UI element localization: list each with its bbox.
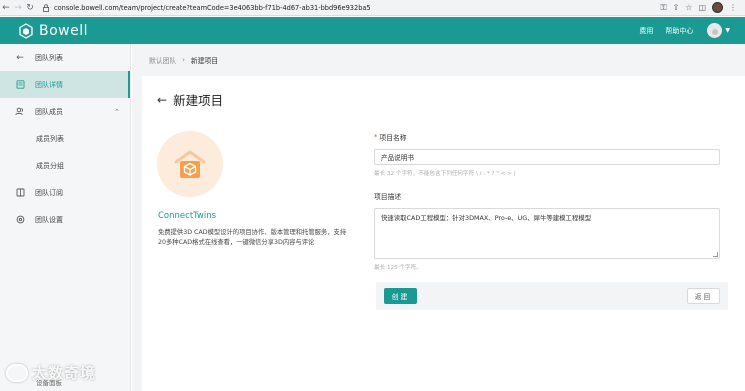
logo-icon [19, 22, 33, 39]
chevron-up-icon[interactable]: ⌃ [114, 108, 120, 116]
sidebar-item-label: 团队设置 [35, 215, 63, 224]
house-box-icon [174, 150, 206, 178]
gear-icon [14, 215, 26, 224]
book-icon [14, 188, 26, 197]
help-center-link[interactable]: 帮助中心 [665, 26, 693, 36]
sidebar-item-member-list[interactable]: 成员列表 [0, 125, 130, 152]
lock-icon[interactable] [42, 3, 50, 12]
project-description-textarea[interactable]: 快速读取CAD工程模型：针对3DMAX、Pro-e、UG、犀牛等建模工程模型 [374, 208, 720, 259]
breadcrumb-parent[interactable]: 默认团队 [149, 55, 176, 65]
watermark-logo-icon [6, 363, 28, 382]
chevron-right-icon: › [182, 56, 185, 64]
more-icon[interactable]: ⋮ [729, 3, 737, 12]
project-name-input[interactable]: 产品说明书 [374, 149, 720, 165]
resize-handle-icon[interactable] [713, 252, 718, 257]
sidebar-toggle-icon[interactable]: ◫ [698, 3, 706, 12]
project-form: * 项目名称 产品说明书 最长 32 个字符，不能包含下列任何字符 \ / : … [374, 132, 720, 271]
share-icon[interactable]: ⇧ [673, 3, 680, 12]
users-icon [14, 107, 26, 116]
document-icon [14, 80, 26, 89]
sidebar-item-team-list[interactable]: ← 团队列表 [0, 44, 130, 71]
browser-toolbar: ← → ↻ console.bowell.com/team/project/cr… [0, 0, 745, 16]
desc-hint: 最长 125 个字符。 [374, 265, 422, 271]
address-bar[interactable]: console.bowell.com/team/project/create?t… [54, 4, 371, 12]
browser-reload-icon[interactable]: ↻ [24, 3, 36, 13]
main-content: 默认团队 › 新建项目 ← 新建项目 ConnectTwins 免费提供3D C… [132, 44, 745, 391]
watermark-text: 太数奇境 [32, 364, 97, 382]
breadcrumb-current: 新建项目 [190, 57, 219, 65]
app-icon [157, 131, 223, 197]
sidebar-item-label: 团队成员 [35, 107, 63, 116]
sidebar-item-team-members[interactable]: 团队成员 ⌃ [0, 98, 130, 125]
sidebar-item-label: 团队列表 [35, 53, 63, 62]
watermark: 太数奇境 [6, 362, 96, 383]
app-header: Bowell 费用 帮助中心 ▼ [0, 17, 745, 44]
sidebar: ← 团队列表 团队详情 团队成员 ⌃ 成员列表 成员分组 团队订阅 团队设置 设… [0, 44, 131, 391]
profile-avatar[interactable] [712, 2, 723, 13]
logo[interactable]: Bowell [18, 23, 88, 39]
create-button[interactable]: 创建 [384, 288, 417, 304]
key-icon[interactable]: ⚿ [660, 3, 666, 13]
sidebar-item-label: 团队订阅 [35, 188, 63, 197]
desc-label: 项目描述 [374, 193, 402, 201]
sidebar-item-team-details[interactable]: 团队详情 [0, 71, 130, 98]
page-title: 新建项目 [173, 93, 224, 108]
arrow-left-icon: ← [16, 52, 24, 63]
form-actions: 创建 返回 [376, 282, 728, 310]
logo-text: Bowell [39, 22, 89, 39]
page-header: ← 新建项目 [157, 90, 223, 109]
create-project-card: ← 新建项目 ConnectTwins 免费提供3D CAD模型设计的项目协作、… [142, 76, 745, 391]
name-label: * 项目名称 [374, 132, 720, 142]
pricing-link[interactable]: 费用 [639, 26, 653, 36]
name-hint: 最长 32 个字符，不能包含下列任何字符 \ / : * ? " < > | [374, 171, 516, 177]
back-arrow-icon[interactable]: ← [157, 93, 167, 107]
sidebar-item-member-groups[interactable]: 成员分组 [0, 152, 130, 179]
sidebar-item-settings[interactable]: 团队设置 [0, 206, 130, 233]
required-mark: * [374, 133, 378, 141]
breadcrumb: 默认团队 › 新建项目 [149, 55, 218, 65]
app-name: ConnectTwins [158, 211, 217, 221]
back-button[interactable]: 返回 [687, 288, 720, 304]
star-icon[interactable]: ☆ [685, 3, 692, 12]
sidebar-item-label: 团队详情 [35, 80, 63, 89]
name-label-text: 项目名称 [379, 134, 407, 142]
sidebar-item-subscription[interactable]: 团队订阅 [0, 179, 130, 206]
user-avatar[interactable] [707, 23, 723, 38]
browser-back-icon[interactable]: ← [0, 3, 12, 13]
description-value: 快速读取CAD工程模型：针对3DMAX、Pro-e、UG、犀牛等建模工程模型 [381, 214, 592, 222]
app-description: 免费提供3D CAD模型设计的项目协作、版本管理和托管服务，支持20多种CAD格… [158, 229, 347, 246]
browser-forward-icon[interactable]: → [12, 3, 24, 13]
chevron-down-icon[interactable]: ▼ [725, 27, 730, 34]
